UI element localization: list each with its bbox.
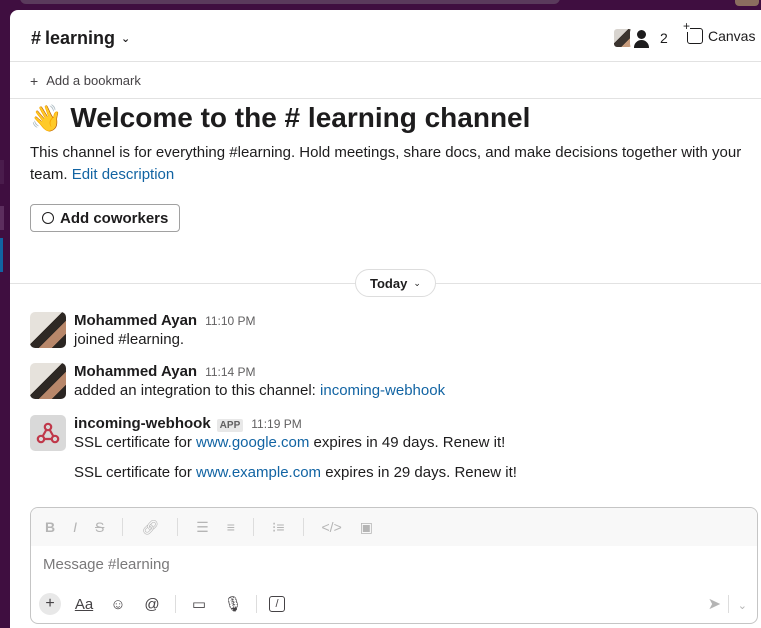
message-time[interactable]: 11:10 PM bbox=[205, 314, 255, 328]
message-text-prefix: added an integration to this channel: bbox=[74, 382, 321, 399]
canvas-icon bbox=[683, 20, 703, 44]
message-text-prefix: SSL certificate for bbox=[74, 464, 196, 481]
plus-icon[interactable]: + bbox=[39, 593, 61, 615]
message-text-prefix: SSL certificate for bbox=[74, 434, 196, 451]
message-text: SSL certificate for www.google.com expir… bbox=[74, 432, 744, 454]
search-bar[interactable] bbox=[20, 0, 560, 4]
member-count: 2 bbox=[660, 30, 668, 46]
channel-name: learning bbox=[45, 28, 116, 48]
channel-hash: # bbox=[31, 28, 42, 48]
member-avatar bbox=[630, 27, 652, 49]
chevron-down-icon[interactable]: ⌄ bbox=[738, 599, 747, 612]
add-bookmark-label: Add a bookmark bbox=[46, 73, 141, 88]
channel-name-button[interactable]: # learning ⌄ bbox=[31, 28, 130, 49]
date-divider-button[interactable]: Today ⌄ bbox=[355, 269, 436, 297]
integration-link[interactable]: incoming-webhook bbox=[320, 382, 445, 399]
author-avatar[interactable] bbox=[30, 312, 66, 348]
toolbar-divider bbox=[302, 518, 304, 536]
toolbar-divider bbox=[122, 518, 124, 536]
mention-icon[interactable]: @ bbox=[141, 593, 163, 615]
user-avatar[interactable] bbox=[735, 0, 759, 6]
message-text: joined #learning. bbox=[74, 331, 185, 348]
message-link[interactable]: www.example.com bbox=[196, 464, 321, 481]
bulleted-list-icon[interactable]: ≡ bbox=[227, 519, 235, 535]
author-avatar[interactable] bbox=[30, 363, 66, 399]
sidebar-item[interactable] bbox=[0, 160, 4, 184]
strikethrough-icon[interactable]: S bbox=[95, 519, 104, 535]
toolbar-divider bbox=[177, 518, 179, 536]
microphone-icon[interactable]: 🎙︎ bbox=[222, 593, 244, 615]
canvas-button[interactable]: Canvas bbox=[683, 20, 756, 44]
date-label: Today bbox=[370, 275, 408, 291]
bold-icon[interactable]: B bbox=[45, 519, 55, 535]
workspace-topbar bbox=[0, 0, 761, 10]
message-time[interactable]: 11:14 PM bbox=[205, 365, 255, 379]
waving-hand-icon: 👋 bbox=[30, 102, 63, 133]
ordered-list-icon[interactable]: ☰ bbox=[196, 519, 209, 536]
app-badge: APP bbox=[216, 419, 244, 432]
add-coworkers-label: Add coworkers bbox=[60, 209, 169, 227]
message-link[interactable]: www.google.com bbox=[196, 434, 309, 451]
channel-view: #learning ⌄ 2 Canvas + Add a bookmark 👋 … bbox=[10, 10, 761, 628]
slash-command-icon[interactable]: / bbox=[269, 596, 285, 612]
video-icon[interactable]: ▭ bbox=[188, 593, 210, 615]
author-name[interactable]: Mohammed Ayan bbox=[74, 363, 197, 380]
chevron-down-icon: ⌄ bbox=[121, 33, 131, 45]
webhook-icon bbox=[36, 422, 60, 444]
sidebar-rail bbox=[0, 10, 10, 628]
message-input[interactable]: Message #learning bbox=[31, 546, 757, 586]
welcome-title-text: Welcome to the # learning channel bbox=[70, 102, 531, 133]
link-icon[interactable]: 🔗︎ bbox=[141, 519, 159, 536]
canvas-label: Canvas bbox=[708, 28, 756, 44]
message-text-suffix: expires in 29 days. Renew it! bbox=[321, 464, 517, 481]
toolbar-divider bbox=[175, 595, 176, 613]
add-coworkers-button[interactable]: Add coworkers bbox=[30, 204, 181, 232]
composer-actions: + Aa ☺ @ ▭ 🎙︎ / bbox=[31, 585, 757, 623]
members-button[interactable]: 2 bbox=[612, 27, 668, 49]
message-text: SSL certificate for www.example.com expi… bbox=[74, 462, 744, 484]
code-block-icon[interactable]: ▣ bbox=[360, 519, 373, 536]
author-name[interactable]: incoming-webhook bbox=[74, 415, 211, 432]
add-person-icon bbox=[42, 212, 54, 224]
welcome-title: 👋 Welcome to the # learning channel bbox=[30, 102, 750, 134]
edit-description-link[interactable]: Edit description bbox=[72, 166, 175, 183]
formatting-toolbar: B I S 🔗︎ ☰ ≡ ⁝≡ </> ▣ bbox=[31, 508, 757, 546]
blockquote-icon[interactable]: ⁝≡ bbox=[272, 519, 285, 536]
message-composer: B I S 🔗︎ ☰ ≡ ⁝≡ </> ▣ Message #learning … bbox=[30, 507, 758, 624]
author-name[interactable]: Mohammed Ayan bbox=[74, 312, 197, 329]
message-text-suffix: expires in 49 days. Renew it! bbox=[309, 434, 506, 451]
italic-icon[interactable]: I bbox=[73, 519, 77, 535]
toolbar-divider bbox=[728, 595, 729, 613]
emoji-icon[interactable]: ☺ bbox=[107, 593, 129, 615]
code-icon[interactable]: </> bbox=[322, 519, 342, 535]
message-time[interactable]: 11:19 PM bbox=[251, 417, 301, 431]
channel-header: #learning ⌄ 2 Canvas bbox=[10, 10, 761, 62]
channel-welcome: 👋 Welcome to the # learning channel This… bbox=[30, 102, 750, 186]
toolbar-divider bbox=[252, 518, 254, 536]
channel-description: This channel is for everything #learning… bbox=[30, 142, 750, 186]
chevron-down-icon: ⌄ bbox=[413, 277, 421, 288]
send-icon[interactable]: ➤ bbox=[708, 594, 721, 614]
toolbar-divider bbox=[256, 595, 257, 613]
add-bookmark-button[interactable]: + Add a bookmark bbox=[10, 63, 761, 99]
sidebar-item-active[interactable] bbox=[0, 238, 3, 272]
message-text: added an integration to this channel: in… bbox=[74, 380, 744, 402]
webhook-avatar[interactable] bbox=[30, 415, 66, 451]
text-format-icon[interactable]: Aa bbox=[73, 593, 95, 615]
plus-icon: + bbox=[30, 72, 39, 89]
sidebar-item[interactable] bbox=[0, 206, 4, 230]
